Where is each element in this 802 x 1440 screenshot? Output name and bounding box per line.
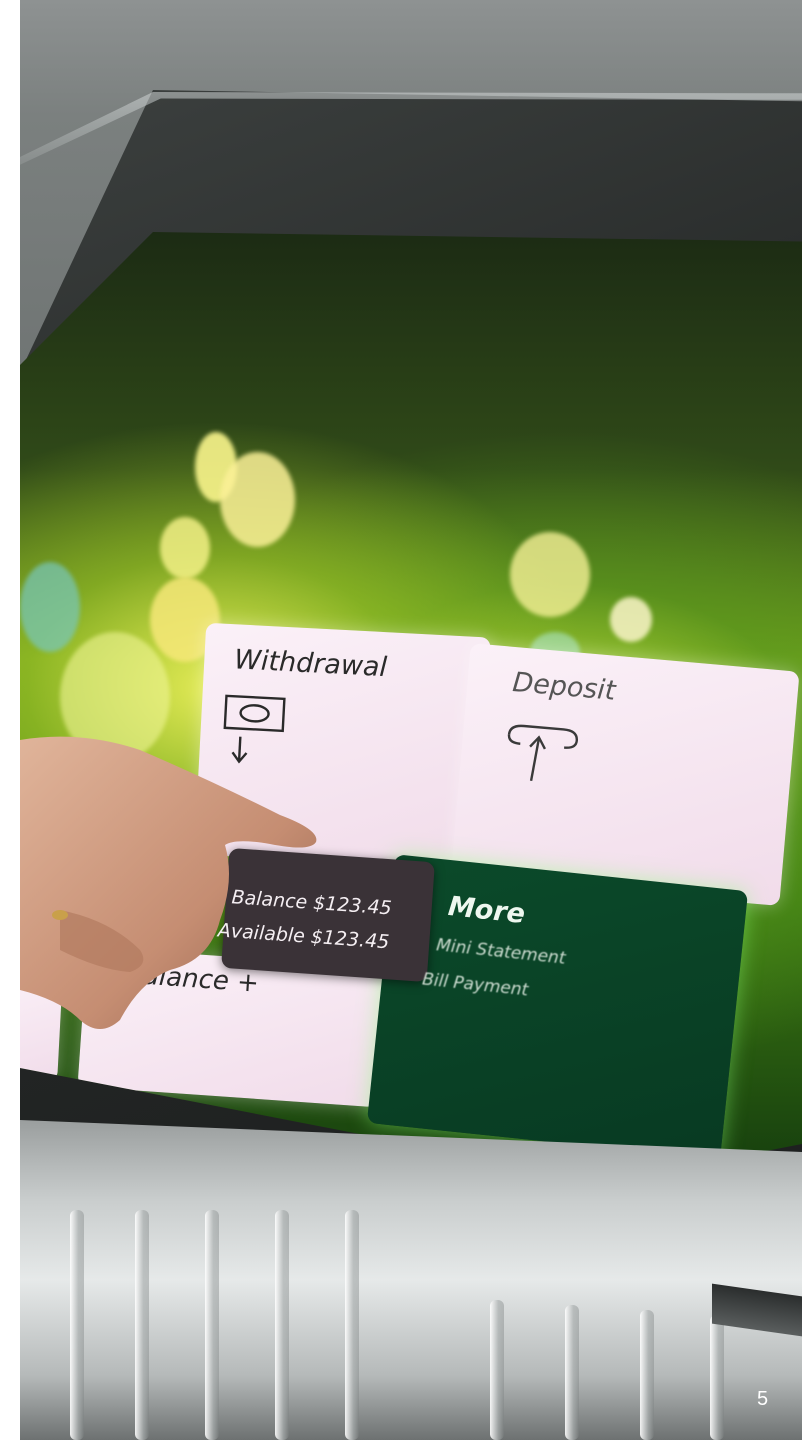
bokeh-light [160,517,210,579]
keypad-ridge [70,1210,84,1440]
keypad-ridge [275,1210,289,1440]
bokeh-light [610,597,652,642]
withdrawal-title: Withdrawal [233,644,388,684]
bokeh-light [220,452,295,547]
keypad-ridge [565,1305,579,1440]
keypad-ridge [345,1210,359,1440]
pointing-hand [20,736,317,1029]
cash-in-icon [507,724,578,782]
keypad-ridge [135,1210,149,1440]
keypad-ridge [640,1310,654,1440]
deposit-title: Deposit [511,666,617,707]
keypad-ridge [205,1210,219,1440]
bokeh-light [20,562,80,652]
keypad-ridge [710,1315,724,1440]
bokeh-light [510,532,590,617]
keypad-ridge [490,1300,504,1440]
atm-photo: Withdrawal Deposit Balance + Balance $12… [20,0,802,1440]
page-number: 5 [757,1388,769,1410]
